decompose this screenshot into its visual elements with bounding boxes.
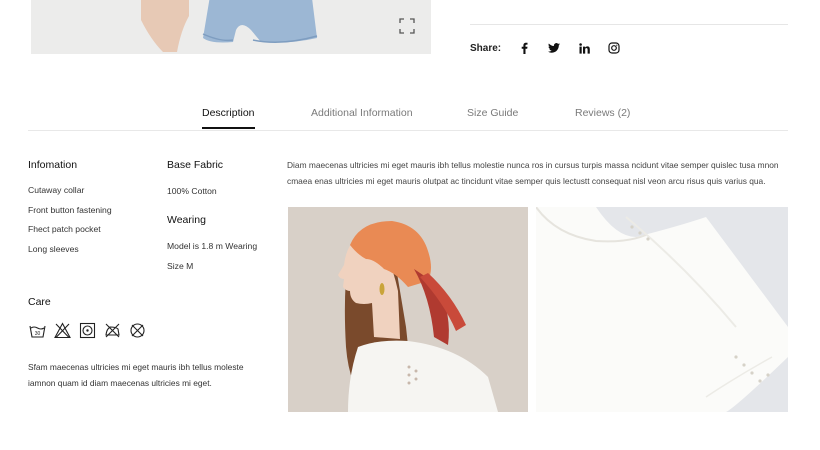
divider	[470, 24, 788, 25]
base-fabric-value: 100% Cotton	[167, 186, 217, 196]
care-text: Sfam maecenas ultricies mi eget mauris i…	[28, 362, 244, 388]
info-item: Front button fastening	[28, 205, 112, 215]
model-scarf-image	[288, 207, 528, 412]
instagram-icon[interactable]	[607, 41, 621, 55]
care-heading: Care	[28, 296, 51, 308]
description-text: Diam maecenas ultricies mi eget mauris i…	[287, 160, 779, 186]
svg-text:30: 30	[35, 331, 41, 337]
information-heading: Infomation	[28, 159, 78, 171]
product-image[interactable]	[31, 0, 431, 54]
share-label: Share:	[470, 42, 502, 54]
info-item: Long sleeves	[28, 244, 79, 254]
product-tabs: Description Additional Information Size …	[0, 107, 820, 131]
no-bleach-icon	[54, 322, 71, 339]
info-item: Cutaway collar	[28, 185, 85, 195]
tabs-divider	[28, 130, 788, 131]
expand-icon[interactable]	[399, 18, 415, 34]
no-iron-icon	[105, 323, 120, 338]
share-row: Share:	[470, 41, 637, 55]
no-dryclean-icon	[130, 323, 145, 338]
facebook-icon[interactable]	[517, 41, 531, 55]
tab-size-guide[interactable]: Size Guide	[467, 107, 518, 119]
info-item: Fhect patch pocket	[28, 224, 101, 234]
base-fabric-heading: Base Fabric	[167, 159, 224, 171]
wearing-line: Model is 1.8 m Wearing	[167, 241, 258, 251]
wearing-heading: Wearing	[167, 214, 206, 226]
tab-reviews[interactable]: Reviews (2)	[575, 107, 630, 119]
twitter-icon[interactable]	[547, 41, 561, 55]
white-tee-image	[536, 207, 788, 412]
wearing-line: Size M	[167, 261, 194, 271]
model-scarf-illustration	[288, 207, 528, 412]
care-icons: 30	[29, 322, 154, 339]
white-tee-illustration	[536, 207, 788, 412]
tab-additional-information[interactable]: Additional Information	[311, 107, 413, 119]
tumble-dry-icon	[79, 322, 96, 339]
tab-description[interactable]: Description	[202, 107, 255, 129]
wash-30-icon: 30	[29, 325, 46, 338]
linkedin-icon[interactable]	[577, 41, 591, 55]
model-legs-illustration	[141, 0, 318, 52]
